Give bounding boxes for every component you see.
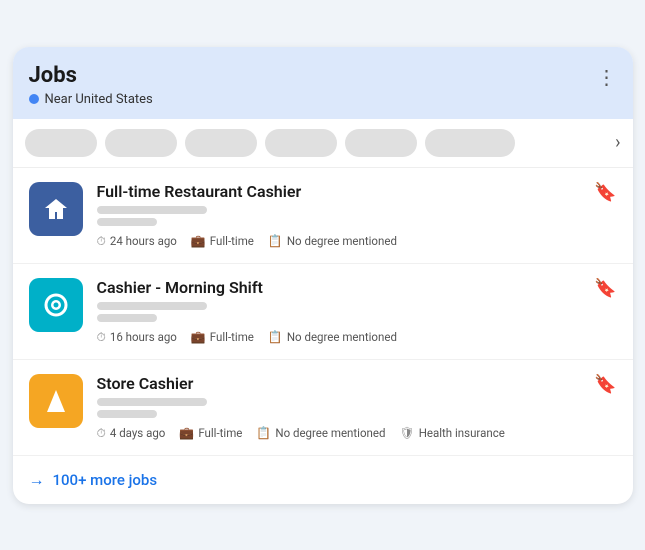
job-title-1: Full-time Restaurant Cashier — [97, 182, 617, 201]
header-location: Near United States — [29, 92, 153, 107]
job-item-1[interactable]: Full-time Restaurant Cashier ⏱ 24 hours … — [13, 168, 633, 264]
jobs-card: Jobs Near United States ⋮ › Full-time — [13, 47, 633, 504]
job-logo-1 — [29, 182, 83, 236]
diploma-icon-2: 📋 — [268, 330, 283, 344]
bookmark-button-3[interactable]: 🔖 — [594, 374, 616, 395]
diploma-icon-1: 📋 — [268, 234, 283, 248]
job-type-3: 💼 Full-time — [179, 426, 242, 440]
job-title-2: Cashier - Morning Shift — [97, 278, 617, 297]
job-meta-3: ⏱ 4 days ago 💼 Full-time 📋 No degree men… — [97, 426, 617, 441]
skeleton-location-3 — [97, 410, 157, 418]
job-health-3: 🛡 Health insurance — [399, 426, 504, 440]
skeleton-location-2 — [97, 314, 157, 322]
job-logo-3 — [29, 374, 83, 428]
clock-icon-1: ⏱ — [97, 234, 106, 249]
diploma-icon-3: 📋 — [256, 426, 271, 440]
briefcase-icon-3: 💼 — [179, 426, 194, 440]
job-item-2[interactable]: Cashier - Morning Shift ⏱ 16 hours ago 💼… — [13, 264, 633, 360]
location-dot-icon — [29, 94, 39, 104]
job-meta-2: ⏱ 16 hours ago 💼 Full-time 📋 No degree m… — [97, 330, 617, 345]
job-time-1: ⏱ 24 hours ago — [97, 234, 177, 249]
filter-pill-2[interactable] — [105, 129, 177, 157]
bookmark-button-1[interactable]: 🔖 — [594, 182, 616, 203]
filter-pill-5[interactable] — [345, 129, 417, 157]
more-jobs-row: → 100+ more jobs — [13, 456, 633, 504]
job-time-3: ⏱ 4 days ago — [97, 426, 166, 441]
header-left: Jobs Near United States — [29, 63, 153, 107]
more-jobs-arrow-icon: → — [29, 470, 45, 490]
briefcase-icon-1: 💼 — [191, 234, 206, 248]
clock-icon-3: ⏱ — [97, 426, 106, 441]
job-logo-2 — [29, 278, 83, 332]
skeleton-company-1 — [97, 206, 207, 214]
job-type-1: 💼 Full-time — [191, 234, 254, 248]
chevron-right-icon[interactable]: › — [615, 132, 620, 153]
clock-icon-2: ⏱ — [97, 330, 106, 345]
skeleton-company-3 — [97, 398, 207, 406]
job-info-3: Store Cashier ⏱ 4 days ago 💼 Full-time 📋… — [97, 374, 617, 441]
bookmark-button-2[interactable]: 🔖 — [594, 278, 616, 299]
filters-row: › — [13, 119, 633, 168]
job-type-2: 💼 Full-time — [191, 330, 254, 344]
job-info-1: Full-time Restaurant Cashier ⏱ 24 hours … — [97, 182, 617, 249]
location-text: Near United States — [45, 92, 153, 107]
filter-pill-3[interactable] — [185, 129, 257, 157]
job-list: Full-time Restaurant Cashier ⏱ 24 hours … — [13, 168, 633, 456]
header-menu-button[interactable]: ⋮ — [597, 65, 617, 89]
header: Jobs Near United States ⋮ — [13, 47, 633, 119]
skeleton-company-2 — [97, 302, 207, 310]
briefcase-icon-2: 💼 — [191, 330, 206, 344]
skeleton-location-1 — [97, 218, 157, 226]
filter-pill-6[interactable] — [425, 129, 515, 157]
job-degree-1: 📋 No degree mentioned — [268, 234, 397, 248]
filter-pill-1[interactable] — [25, 129, 97, 157]
job-time-2: ⏱ 16 hours ago — [97, 330, 177, 345]
job-title-3: Store Cashier — [97, 374, 617, 393]
job-item-3[interactable]: Store Cashier ⏱ 4 days ago 💼 Full-time 📋… — [13, 360, 633, 456]
page-title: Jobs — [29, 63, 153, 88]
more-jobs-link[interactable]: 100+ more jobs — [53, 471, 158, 489]
filter-pill-4[interactable] — [265, 129, 337, 157]
shield-icon-3: 🛡 — [399, 426, 414, 440]
job-degree-3: 📋 No degree mentioned — [256, 426, 385, 440]
job-meta-1: ⏱ 24 hours ago 💼 Full-time 📋 No degree m… — [97, 234, 617, 249]
job-degree-2: 📋 No degree mentioned — [268, 330, 397, 344]
job-info-2: Cashier - Morning Shift ⏱ 16 hours ago 💼… — [97, 278, 617, 345]
